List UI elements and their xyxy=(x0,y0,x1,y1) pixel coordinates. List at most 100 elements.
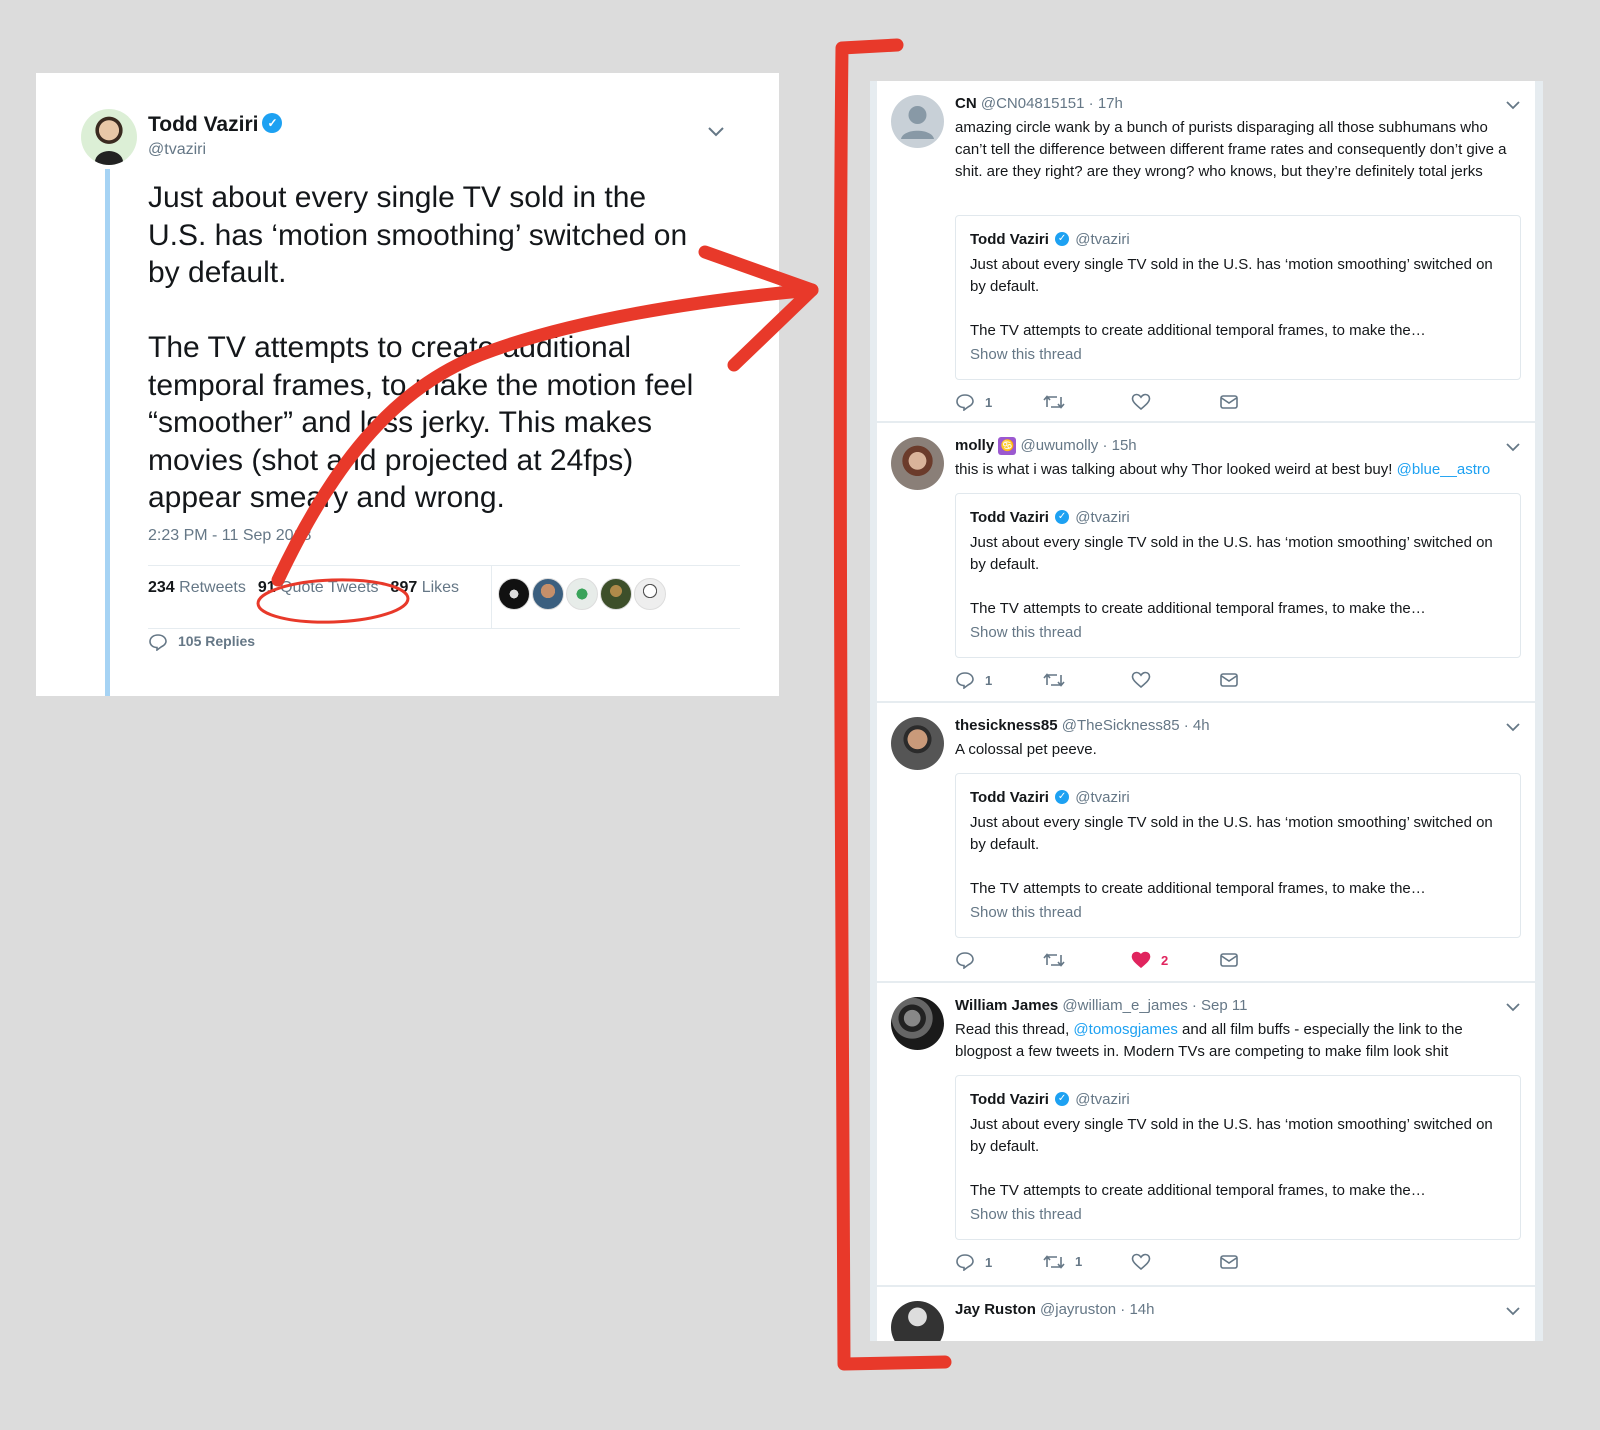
author-name[interactable]: William James xyxy=(955,997,1058,1014)
quote-tweet[interactable]: thesickness85 @TheSickness85 · 4h A colo… xyxy=(877,703,1535,981)
quoted-author-handle: @tvaziri xyxy=(1075,231,1130,248)
likes-stat[interactable]: 897 Likes xyxy=(391,579,460,596)
chevron-down-icon[interactable] xyxy=(1505,97,1521,115)
quote-tweets-list[interactable]: CN @CN04815151 · 17h amazing circle wank… xyxy=(870,81,1543,1341)
author-name[interactable]: CN xyxy=(955,95,977,112)
reply-count: 1 xyxy=(985,394,993,410)
quoted-header: Todd Vaziri ✓ @tvaziri xyxy=(970,1091,1130,1108)
quoted-author-handle: @tvaziri xyxy=(1075,509,1130,526)
dm-icon xyxy=(1220,952,1238,967)
tweet-text-before: Read this thread, xyxy=(955,1021,1070,1038)
chevron-down-icon[interactable] xyxy=(1505,999,1521,1017)
dm-icon xyxy=(1220,1254,1238,1269)
chevron-down-icon[interactable] xyxy=(1505,1303,1521,1321)
liker-avatar[interactable] xyxy=(498,578,530,610)
quoted-tweet[interactable]: Todd Vaziri ✓ @tvaziri Just about every … xyxy=(955,773,1521,938)
dm-icon xyxy=(1220,672,1238,687)
avatar[interactable] xyxy=(891,95,944,148)
tweet-text: A colossal pet peeve. xyxy=(955,741,1097,758)
mention-link[interactable]: @tomosgjames xyxy=(1073,1021,1177,1038)
liker-avatar[interactable] xyxy=(566,578,598,610)
author-name[interactable]: molly xyxy=(955,437,994,454)
author-handle[interactable]: @william_e_james xyxy=(1062,997,1187,1014)
divider xyxy=(491,565,492,628)
quote-tweet[interactable]: William James @william_e_james · Sep 11 … xyxy=(877,983,1535,1285)
retweets-label: Retweets xyxy=(179,579,246,596)
avatar[interactable] xyxy=(891,437,944,490)
like-icon xyxy=(1131,671,1151,689)
tweet-time[interactable]: · Sep 11 xyxy=(1192,997,1248,1014)
avatar[interactable] xyxy=(81,109,137,165)
reply-icon xyxy=(956,394,974,412)
verified-icon: ✓ xyxy=(1055,1092,1070,1107)
quoted-tweet[interactable]: Todd Vaziri ✓ @tvaziri Just about every … xyxy=(955,215,1521,380)
retweet-button[interactable] xyxy=(1043,951,1065,968)
show-thread-link[interactable]: Show this thread xyxy=(970,1206,1082,1223)
reply-button[interactable]: 1 xyxy=(955,1253,992,1272)
thread-line xyxy=(105,169,110,696)
author-handle[interactable]: @TheSickness85 xyxy=(1062,717,1180,734)
chevron-down-icon[interactable] xyxy=(1505,719,1521,737)
like-button[interactable]: 2 xyxy=(1131,951,1168,969)
dm-button[interactable] xyxy=(1219,393,1239,410)
quote-tweets-stat[interactable]: 91 Quote Tweets xyxy=(258,579,379,596)
tweet-time[interactable]: · 15h xyxy=(1102,437,1136,454)
like-button[interactable] xyxy=(1131,1253,1151,1271)
tweet-text: Read this thread, @tomosgjames and all f… xyxy=(955,1019,1520,1063)
avatar[interactable] xyxy=(891,717,944,770)
retweet-icon xyxy=(1043,1254,1065,1269)
chevron-down-icon[interactable] xyxy=(707,125,725,143)
liker-avatar[interactable] xyxy=(600,578,632,610)
quote-tweet[interactable]: CN @CN04815151 · 17h amazing circle wank… xyxy=(877,81,1535,421)
retweet-button[interactable] xyxy=(1043,671,1065,688)
author-handle[interactable]: @tvaziri xyxy=(148,141,206,159)
show-thread-link[interactable]: Show this thread xyxy=(970,904,1082,921)
author-name-text[interactable]: Todd Vaziri xyxy=(148,113,258,136)
like-button[interactable] xyxy=(1131,393,1151,411)
reply-button[interactable]: 1 xyxy=(955,393,993,412)
like-icon xyxy=(1131,393,1151,411)
avatar[interactable] xyxy=(891,997,944,1050)
dm-icon xyxy=(1220,394,1238,409)
reply-button[interactable]: 1 xyxy=(955,671,992,690)
author-handle[interactable]: @uwumolly xyxy=(1021,437,1099,454)
quoted-tweet[interactable]: Todd Vaziri ✓ @tvaziri Just about every … xyxy=(955,493,1521,658)
author-name[interactable]: Todd Vaziri ✓ xyxy=(148,113,283,137)
dm-button[interactable] xyxy=(1219,951,1239,968)
dm-button[interactable] xyxy=(1219,671,1239,688)
quoted-text: Just about every single TV sold in the U… xyxy=(970,256,1493,339)
avatar[interactable] xyxy=(891,1301,944,1341)
tweet-time[interactable]: · 14h xyxy=(1120,1301,1154,1318)
retweet-button[interactable]: 1 xyxy=(1043,1253,1082,1270)
author-handle[interactable]: @jayruston xyxy=(1040,1301,1116,1318)
replies-button[interactable]: 105 Replies xyxy=(148,633,255,652)
liker-avatar[interactable] xyxy=(532,578,564,610)
dm-button[interactable] xyxy=(1219,1253,1239,1270)
tweet-time[interactable]: · 4h xyxy=(1184,717,1210,734)
author-name[interactable]: Jay Ruston xyxy=(955,1301,1036,1318)
retweets-stat[interactable]: 234 Retweets xyxy=(148,579,246,596)
quote-tweet[interactable]: Jay Ruston @jayruston · 14h xyxy=(877,1287,1535,1341)
likes-label: Likes xyxy=(421,579,460,596)
verified-icon: ✓ xyxy=(1055,510,1070,525)
mention-link[interactable]: @blue__astro xyxy=(1397,461,1491,478)
like-button[interactable] xyxy=(1131,671,1151,689)
tweet-text-content: this is what i was talking about why Tho… xyxy=(955,461,1393,478)
show-thread-link[interactable]: Show this thread xyxy=(970,346,1082,363)
chevron-down-icon[interactable] xyxy=(1505,439,1521,457)
reply-button[interactable] xyxy=(955,951,975,970)
quote-tweets-count: 91 xyxy=(257,579,276,596)
retweet-icon xyxy=(1043,394,1065,409)
quoted-author-name: Todd Vaziri xyxy=(970,1091,1049,1108)
reply-icon xyxy=(956,672,974,690)
author-name[interactable]: thesickness85 xyxy=(955,717,1058,734)
author-handle[interactable]: @CN04815151 xyxy=(981,95,1085,112)
quote-tweet[interactable]: molly ♋ @uwumolly · 15h this is what i w… xyxy=(877,423,1535,701)
quoted-tweet[interactable]: Todd Vaziri ✓ @tvaziri Just about every … xyxy=(955,1075,1521,1240)
quoted-header: Todd Vaziri ✓ @tvaziri xyxy=(970,789,1130,806)
retweet-button[interactable] xyxy=(1043,393,1065,410)
show-thread-link[interactable]: Show this thread xyxy=(970,624,1082,641)
liker-avatar[interactable] xyxy=(634,578,666,610)
tweet-timestamp[interactable]: 2:23 PM - 11 Sep 2018 xyxy=(148,527,311,545)
tweet-time[interactable]: · 17h xyxy=(1089,95,1123,112)
